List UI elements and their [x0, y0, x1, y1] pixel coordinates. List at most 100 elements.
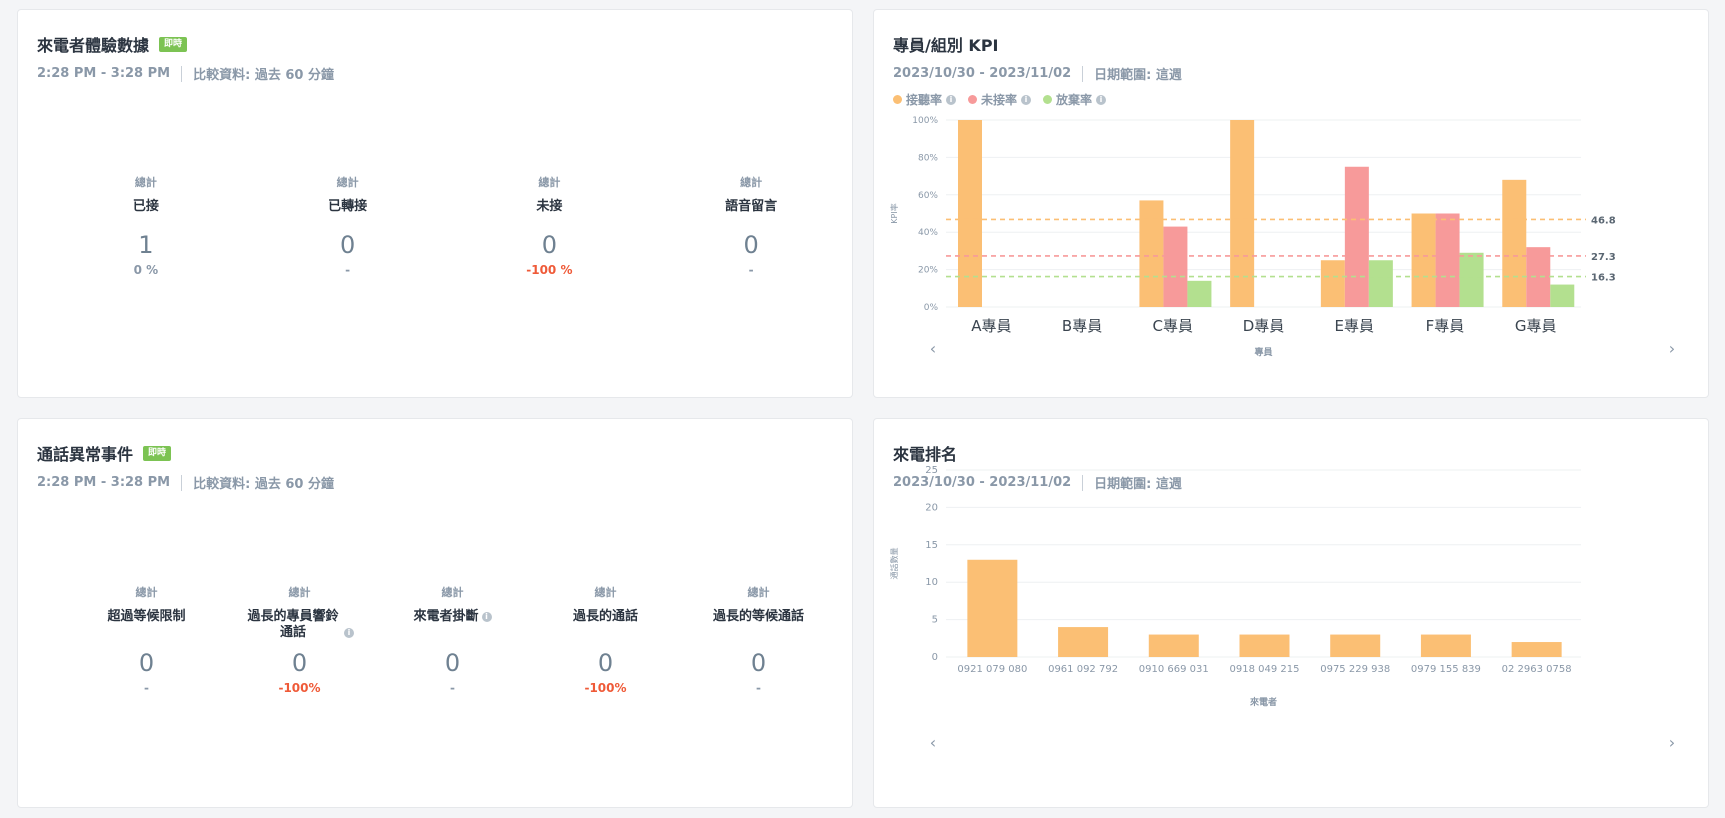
- bar-E專員-接聽率: [1320, 260, 1345, 307]
- info-icon[interactable]: i: [344, 627, 354, 638]
- bar-F專員-接聽率: [1411, 213, 1436, 307]
- metric-change: -100%: [278, 681, 321, 695]
- y-tick-label: 10: [925, 577, 938, 588]
- y-tick-label: 20: [925, 502, 938, 513]
- bar-C專員-未接率: [1163, 226, 1188, 307]
- metric-label-text: 來電者掛斷: [413, 609, 479, 624]
- metric-3: 總計 語音留言 0 -: [650, 175, 852, 278]
- y-tick-label: 20%: [918, 266, 938, 276]
- metric-total-label: 總計: [288, 586, 311, 599]
- bar-G專員-放棄率: [1550, 284, 1575, 307]
- bar-02 2963 0758: [1511, 642, 1562, 657]
- bar-0910 669 031: [1148, 634, 1199, 657]
- x-tick-label: 0979 155 839: [1411, 664, 1481, 675]
- metric-label: 已接: [45, 199, 247, 223]
- metric-total-label: 總計: [441, 586, 464, 599]
- metric-label-text: 未接: [536, 199, 563, 214]
- x-tick-label: D專員: [1243, 317, 1285, 335]
- metric-value: 0: [291, 649, 308, 677]
- caller-experience-subline: 2:28 PM - 3:28 PM 比較資料: 過去 60 分鐘: [37, 64, 334, 83]
- metric-4: 總計 過長的等候通話 0 -: [682, 585, 835, 696]
- chevron-right-icon[interactable]: ›: [1665, 340, 1679, 358]
- x-tick-label: 02 2963 0758: [1502, 664, 1572, 675]
- metric-label: 過長的通話: [529, 609, 682, 641]
- bar-0918 049 215: [1239, 634, 1290, 657]
- metric-label: 來電者掛斷 i: [376, 609, 529, 641]
- bar-G專員-接聽率: [1502, 179, 1527, 307]
- metric-value: 1: [138, 231, 154, 259]
- x-tick-label: 0975 229 938: [1320, 664, 1390, 675]
- caller-experience-card: 來電者體驗數據 即時 2:28 PM - 3:28 PM 比較資料: 過去 60…: [17, 9, 853, 398]
- y-tick-label: 40%: [918, 228, 938, 238]
- realtime-badge: 即時: [159, 36, 188, 52]
- chevron-left-icon[interactable]: ‹: [926, 734, 940, 752]
- x-axis-label: 專員: [1254, 346, 1272, 358]
- metric-label: 未接: [449, 199, 651, 223]
- chevron-left-icon[interactable]: ‹: [926, 340, 940, 358]
- reference-line-label: 46.8: [1591, 215, 1616, 226]
- metric-total-label: 總計: [747, 586, 770, 599]
- metric-total-label: 總計: [336, 176, 359, 189]
- metric-label: 過長的等候通話: [682, 609, 835, 641]
- caller-experience-title-row: 來電者體驗數據 即時: [37, 32, 188, 56]
- metric-1: 總計過長的專員響鈴通話 i 0 -100%: [223, 585, 376, 696]
- metric-change: -100 %: [526, 263, 573, 277]
- metric-label-text: 過長的等候通話: [712, 609, 804, 624]
- kpi-bar-chart: 0% 20% 40% 60% 80% 100% KPI率專員 A專員 B專員 C專員 D專員 E專員 F…: [889, 116, 1616, 358]
- metric-label-text: 過長的專員響鈴通話: [247, 609, 339, 640]
- bar-G專員-未接率: [1526, 247, 1551, 307]
- y-tick-label: 25: [925, 465, 938, 476]
- metric-change: -: [450, 681, 455, 695]
- divider: [181, 65, 183, 82]
- x-tick-label: E專員: [1334, 317, 1373, 335]
- metric-value: 0: [743, 231, 759, 259]
- y-tick-label: 5: [932, 615, 938, 626]
- divider: [181, 474, 183, 491]
- bar-C專員-接聽率: [1139, 200, 1164, 307]
- metric-value: 0: [444, 649, 461, 677]
- metric-label: 過長的專員響鈴通話 i: [223, 609, 376, 641]
- compare-label: 比較資料: 過去 60 分鐘: [193, 477, 334, 492]
- bar-F專員-放棄率: [1459, 252, 1484, 307]
- info-icon[interactable]: i: [481, 611, 492, 622]
- x-tick-label: G專員: [1515, 317, 1557, 335]
- metric-total-label: 總計: [538, 176, 561, 189]
- metric-value: 0: [138, 649, 155, 677]
- metric-label-text: 語音留言: [725, 199, 778, 214]
- x-tick-label: A專員: [971, 317, 1011, 335]
- bar-0975 229 938: [1330, 634, 1381, 657]
- x-tick-label: 0910 669 031: [1139, 664, 1209, 675]
- metric-change: 0 %: [133, 263, 159, 277]
- reference-line-label: 27.3: [1591, 252, 1616, 263]
- metric-0: 總計 超過等候限制 0 -: [70, 585, 223, 696]
- bar-0961 092 792: [1058, 627, 1109, 657]
- x-tick-label: C專員: [1153, 317, 1193, 335]
- y-tick-label: 80%: [918, 153, 938, 163]
- metric-change: -100%: [584, 681, 627, 695]
- metric-label: 超過等候限制: [70, 609, 223, 641]
- metric-total-label: 總計: [134, 176, 157, 189]
- chevron-right-icon[interactable]: ›: [1665, 734, 1679, 752]
- agent-kpi-card: 專員/組別 KPI 2023/10/30 - 2023/11/02 日期範圍: …: [873, 9, 1709, 398]
- x-tick-label: 0921 079 080: [957, 664, 1027, 675]
- metric-label-text: 已接: [132, 199, 159, 214]
- y-tick-label: 60%: [918, 191, 938, 201]
- metric-2: 總計 未接 0 -100 %: [449, 175, 651, 278]
- metric-0: 總計已接 1 0 %: [45, 175, 247, 278]
- bar-C專員-放棄率: [1187, 280, 1212, 307]
- metric-total-label: 總計: [135, 586, 158, 599]
- x-tick-label: B專員: [1062, 317, 1102, 335]
- x-axis-label: 來電者: [1249, 696, 1277, 708]
- realtime-badge: 即時: [143, 445, 172, 461]
- caller-ranking-bar-chart: 0 5 10 15 20 25 通話數量來電者 0921 079 080 0961 092 79…: [889, 465, 1581, 708]
- y-tick-label: 15: [925, 540, 938, 551]
- time-range: 2:28 PM - 3:28 PM: [37, 475, 171, 490]
- metric-label-text: 過長的通話: [572, 609, 638, 624]
- reference-line-label: 16.3: [1591, 273, 1616, 284]
- abnormal-events-metrics: 總計 超過等候限制 0- 總計 過長的專員響鈴通話 i 0 -100% 總計 來電者掛斷 i 0- 總計…: [18, 585, 852, 696]
- caller-ranking-card: 來電排名 2023/10/30 - 2023/11/02 日期範圍: 這週 05…: [873, 418, 1709, 808]
- metric-label: 已轉接: [247, 199, 449, 223]
- time-range: 2:28 PM - 3:28 PM: [37, 66, 171, 81]
- abnormal-events-subline: 2:28 PM - 3:28 PM 比較資料: 過去 60 分鐘: [37, 473, 334, 492]
- x-tick-label: 0918 049 215: [1230, 664, 1300, 675]
